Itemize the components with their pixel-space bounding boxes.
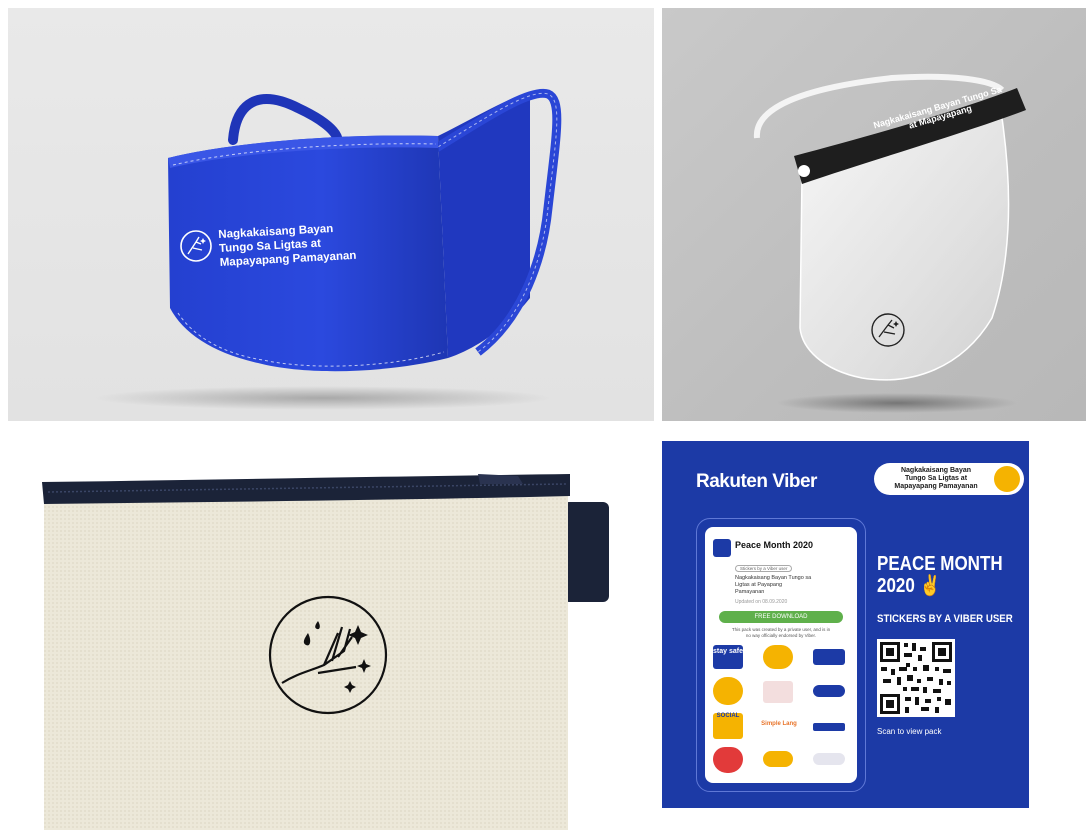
pouch-panel [8,430,654,830]
pack-author-chip: Stickers by a Viber user [735,565,793,572]
pack-updated: Updated on 08.09.2020 [735,599,788,605]
sticker-heart[interactable] [713,747,743,773]
badge-line2: Tungo Sa Ligtas at [904,475,968,482]
sticker-simple-lang-text: Simple Lang [761,721,797,727]
sticker-grid: stay safe SOCIAL Simple Lang [713,645,849,777]
sticker-medal[interactable] [763,751,793,767]
sticker-simple-lang[interactable]: Simple Lang [759,721,799,733]
sticker-pack-card: Peace Month 2020 Stickers by a Viber use… [696,518,866,792]
sticker-banner-blue[interactable] [813,723,845,731]
badge-line3: Mapayapang Pamayanan [894,483,978,490]
badge-line1: Nagkakaisang Bayan [900,467,972,474]
sticker-oval-blue[interactable] [813,685,845,697]
mask-panel: Nagkakaisang Bayan Tungo Sa Ligtas at Ma… [8,8,654,421]
pack-desc-line3: Pamayanan [735,589,765,595]
peace-hand-icon: ✌ [919,575,941,597]
sticker-stay-safe[interactable]: stay safe [713,645,743,669]
sticker-badge-blue[interactable] [813,649,845,665]
badge-logo-icon [994,466,1020,492]
sticker-tag[interactable] [813,753,845,765]
free-download-button[interactable]: FREE DOWNLOAD [719,611,843,623]
peace-badge: Nagkakaisang Bayan Tungo Sa Ligtas at Ma… [874,463,1024,495]
heading-line2: 2020 [877,575,915,597]
stickers-subheading: STICKERS BY A VIBER USER [877,613,1013,625]
viber-promo-panel: Rakuten Viber Nagkakaisang Bayan Tungo S… [662,441,1029,808]
sticker-house[interactable] [763,681,793,703]
shield-band-button [798,165,810,177]
pouch-body [44,486,568,830]
mask-shadow [93,386,553,410]
face-shield-panel: Nagkakaisang Bayan Tungo Sa at Mapayapan… [662,8,1086,421]
sticker-social-text: SOCIAL [716,713,740,719]
pack-desc-line1: Nagkakaisang Bayan Tungo sa [735,575,812,581]
pack-desc-line2: Ligtas at Payapang [735,582,783,588]
peace-month-heading: PEACE MONTH 2020 ✌ [877,553,1003,597]
qr-code-pattern [880,642,952,714]
sticker-emoji-peace[interactable] [763,645,793,669]
shield-shadow [777,393,1017,413]
sticker-yellow-circle[interactable] [713,677,743,705]
mask-side-panel [438,92,530,358]
pack-title: Peace Month 2020 [735,540,814,550]
disclaimer-line2: no way officially endorsed by Viber. [745,633,817,638]
scan-caption: Scan to view pack [877,727,942,736]
pouch-strap [563,502,609,602]
rakuten-viber-logo: Rakuten Viber [696,471,817,492]
sticker-social[interactable]: SOCIAL [713,713,743,739]
pack-thumbnail [713,539,731,557]
mask-ear-loop-back [228,94,343,147]
heading-line1: PEACE MONTH [877,553,1003,575]
sticker-stay-safe-text: stay safe [713,648,743,655]
qr-code[interactable] [877,639,955,717]
